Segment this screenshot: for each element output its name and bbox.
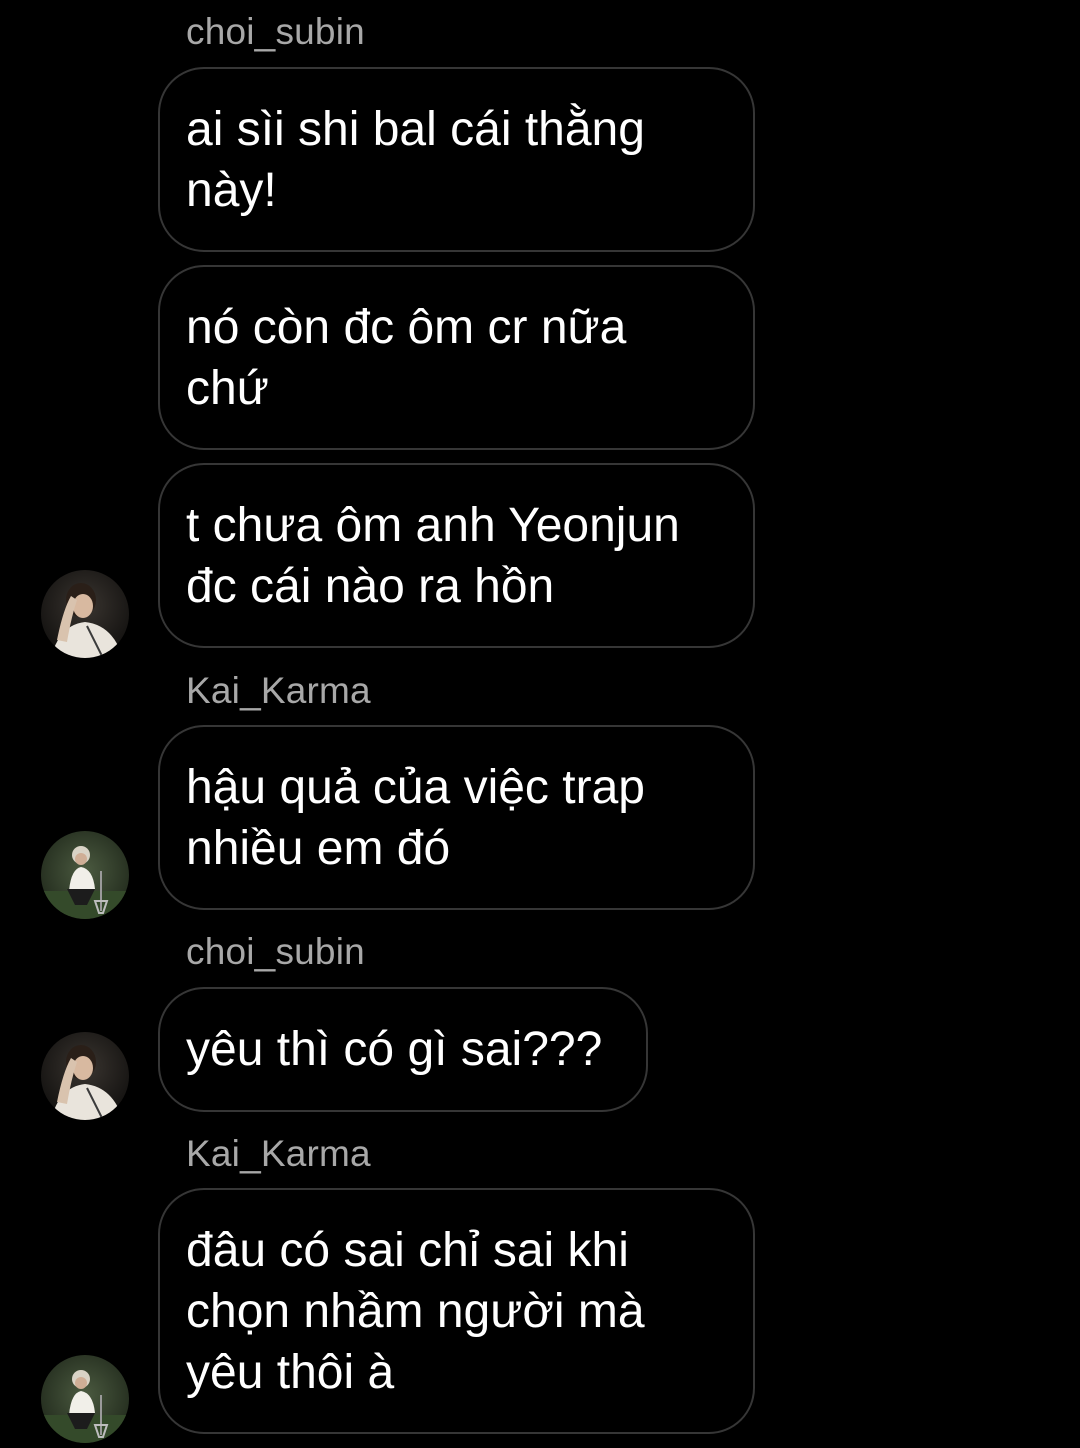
sender-name[interactable]: choi_subin — [186, 930, 365, 974]
message-text: chứ — [186, 361, 269, 415]
message-text: nhiều em đó — [186, 821, 451, 875]
message-bubble[interactable]: t chưa ôm anh Yeonjun đc cái nào ra hồn — [158, 463, 755, 648]
message-bubble[interactable]: ai sìi shi bal cái thằng này! — [158, 67, 755, 252]
message-text: nó còn đc ôm cr nữa — [186, 300, 627, 354]
message-text: này! — [186, 163, 277, 217]
message-bubble[interactable]: hậu quả của việc trap nhiều em đó — [158, 725, 755, 910]
sender-name[interactable]: Kai_Karma — [186, 1132, 371, 1176]
message-bubble[interactable]: nó còn đc ôm cr nữa chứ — [158, 265, 755, 450]
sender-name[interactable]: Kai_Karma — [186, 669, 371, 713]
message-text: chọn nhầm người mà — [186, 1284, 645, 1338]
avatar[interactable] — [41, 1032, 129, 1120]
avatar[interactable] — [41, 1355, 129, 1443]
user-photo-icon — [41, 1355, 129, 1443]
message-text: đc cái nào ra hồn — [186, 559, 555, 613]
user-photo-icon — [41, 1032, 129, 1120]
message-text: đâu có sai chỉ sai khi — [186, 1223, 629, 1277]
sender-name[interactable]: choi_subin — [186, 10, 365, 54]
message-text: hậu quả của việc trap — [186, 760, 645, 814]
message-text: yêu thôi à — [186, 1345, 395, 1399]
user-photo-icon — [41, 831, 129, 919]
user-photo-icon — [41, 570, 129, 658]
message-bubble[interactable]: yêu thì có gì sai??? — [158, 987, 648, 1112]
avatar[interactable] — [41, 831, 129, 919]
message-text: ai sìi shi bal cái thằng — [186, 102, 645, 156]
message-text: t chưa ôm anh Yeonjun — [186, 498, 680, 552]
avatar[interactable] — [41, 570, 129, 658]
message-text: yêu thì có gì sai??? — [186, 1023, 603, 1076]
message-bubble[interactable]: đâu có sai chỉ sai khi chọn nhầm người m… — [158, 1188, 755, 1434]
